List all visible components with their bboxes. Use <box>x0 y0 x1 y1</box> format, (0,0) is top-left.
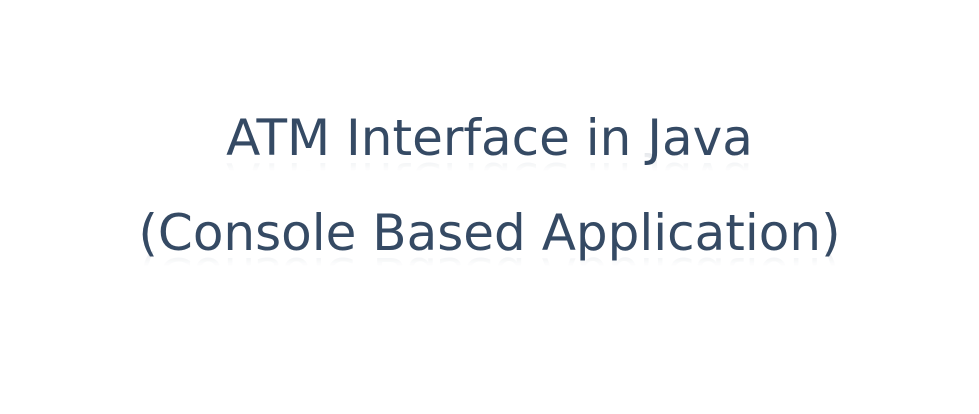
title-line-1: ATM Interface in Java <box>226 109 753 167</box>
title-slide: ATM Interface in Java ATM Interface in J… <box>0 0 979 414</box>
title-line-2: (Console Based Application) <box>138 204 841 262</box>
